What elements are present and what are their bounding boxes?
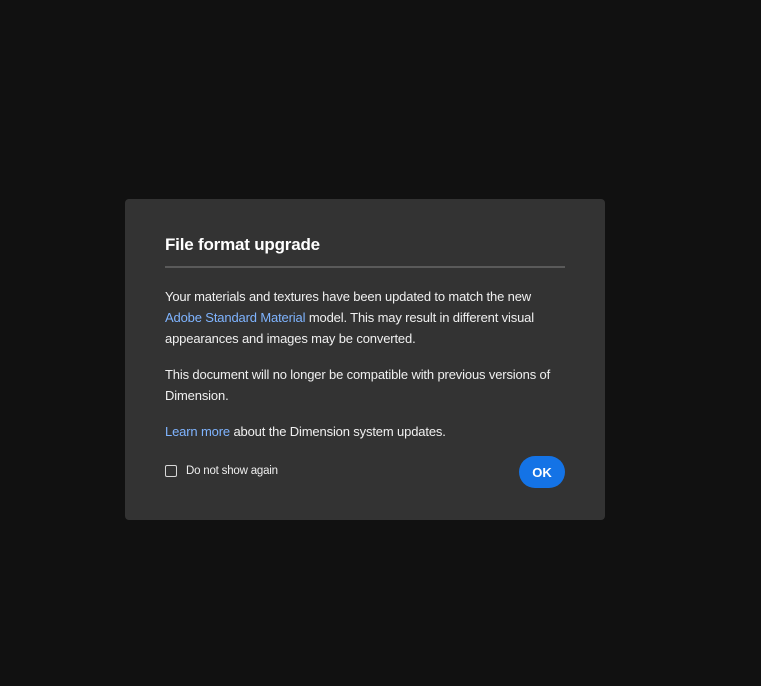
learn-more-link[interactable]: Learn more	[165, 424, 230, 439]
paragraph-materials-text-before: Your materials and textures have been up…	[165, 289, 532, 304]
paragraph-compatibility: This document will no longer be compatib…	[165, 367, 551, 403]
title-divider	[165, 266, 565, 268]
paragraph-materials: Your materials and textures have been up…	[165, 286, 565, 349]
dialog-title: File format upgrade	[165, 235, 320, 254]
paragraph-learn-more: Learn more about the Dimension system up…	[165, 421, 565, 442]
backdrop: File format upgrade Your materials and t…	[0, 0, 761, 686]
ok-button[interactable]: OK	[519, 456, 565, 488]
checkbox-label: Do not show again	[186, 465, 278, 477]
file-format-upgrade-dialog: File format upgrade Your materials and t…	[125, 199, 605, 520]
dialog-body: Your materials and textures have been up…	[165, 286, 565, 442]
checkbox-box[interactable]	[165, 465, 177, 477]
adobe-standard-material-link[interactable]: Adobe Standard Material	[165, 310, 306, 325]
paragraph-learn-more-text: about the Dimension system updates.	[229, 424, 446, 439]
dialog-footer: Do not show again OK	[165, 455, 565, 489]
do-not-show-again-checkbox[interactable]: Do not show again	[165, 465, 278, 477]
